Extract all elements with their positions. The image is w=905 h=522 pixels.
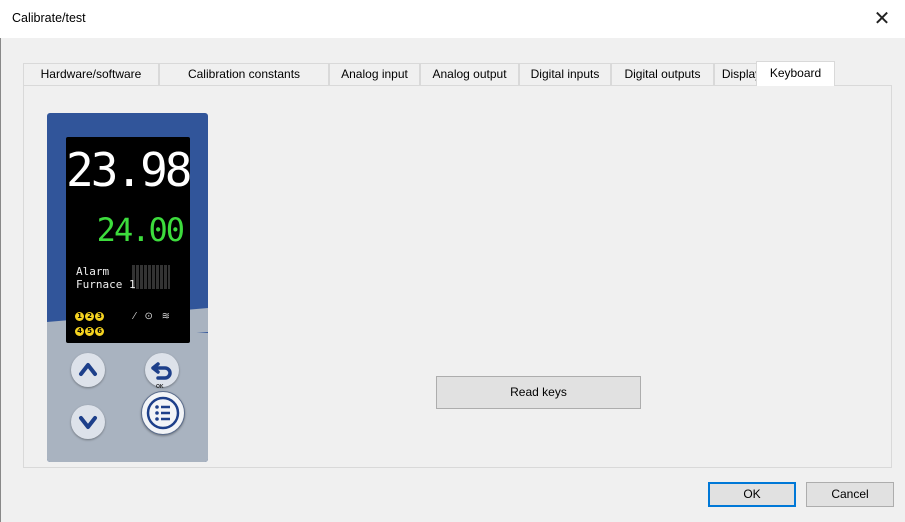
title-bar: Calibrate/test ✕ [0, 0, 905, 38]
tab-hardware-software[interactable]: Hardware/software [23, 63, 159, 85]
status-icons: ⁄ ⊙ ≋ [134, 311, 173, 322]
status-leds: 1 2 3 4 5 6 [75, 307, 107, 337]
tab-keyboard[interactable]: Keyboard [756, 61, 835, 86]
ok-mark: OK [156, 384, 164, 390]
led-4: 4 [75, 327, 84, 336]
tab-digital-inputs[interactable]: Digital inputs [519, 63, 611, 85]
tab-calibration-constants[interactable]: Calibration constants [159, 63, 329, 85]
led-3: 3 [95, 312, 104, 321]
read-keys-button[interactable]: Read keys [436, 376, 641, 409]
led-2: 2 [85, 312, 94, 321]
close-icon[interactable]: ✕ [859, 0, 905, 38]
tab-analog-input[interactable]: Analog input [329, 63, 420, 85]
led-5: 5 [85, 327, 94, 336]
window-border [0, 38, 1, 522]
device-display: 23.98 24.00 Alarm Furnace 1 1 2 3 4 5 6 ⁄ ⊙ ≋ [66, 137, 192, 343]
controller-device-image: 23.98 24.00 Alarm Furnace 1 1 2 3 4 5 6 ⁄ ⊙ ≋… [47, 113, 208, 462]
window-title: Calibrate/test [12, 11, 86, 25]
tab-digital-outputs[interactable]: Digital outputs [611, 63, 714, 85]
back-arrow-icon[interactable] [145, 353, 179, 387]
process-value: 23.98 [66, 143, 192, 197]
up-arrow-icon[interactable] [71, 353, 105, 387]
display-line-alarm: Alarm [76, 265, 110, 278]
led-6: 6 [95, 327, 104, 336]
led-1: 1 [75, 312, 84, 321]
cancel-button[interactable]: Cancel [806, 482, 894, 507]
display-bargraph [132, 265, 170, 289]
tab-analog-output[interactable]: Analog output [420, 63, 519, 85]
ok-button[interactable]: OK [708, 482, 796, 507]
menu-list-icon[interactable] [141, 391, 185, 435]
down-arrow-icon[interactable] [71, 405, 105, 439]
setpoint-value: 24.00 [96, 211, 185, 249]
display-line-furnace: Furnace 1 [76, 278, 136, 291]
